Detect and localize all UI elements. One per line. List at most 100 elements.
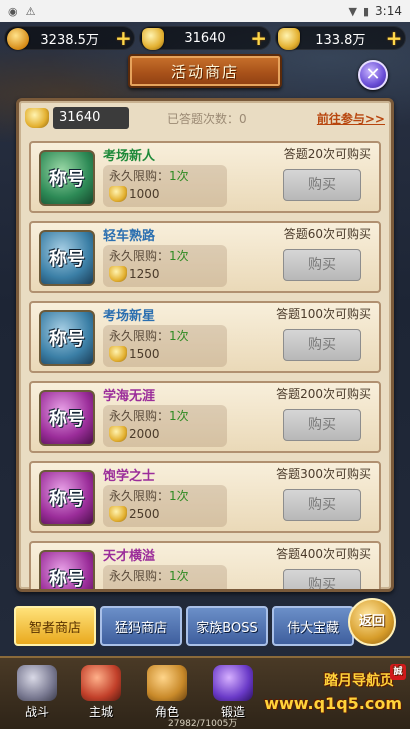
buy-button[interactable]: 购买 [283, 169, 361, 201]
list-item: 称号 考场新星 永久限购：1次 1500 答题100次可购买 购买 [29, 301, 381, 373]
item-info: 永久限购：1次 2500 [103, 485, 227, 527]
title-badge-icon: 称号 [39, 230, 95, 286]
item-info: 永久限购：1次 1000 [103, 165, 227, 207]
nav-forge[interactable]: 锻造 [206, 662, 260, 720]
item-price: 1000 [129, 187, 160, 201]
shop-tab-bar: 智者商店 猛犸商店 家族BOSS 伟大宝藏 [14, 606, 354, 646]
limit-value: 1次 [169, 329, 189, 343]
currency-value: 3238.5万 [40, 32, 99, 48]
title-badge-icon: 称号 [39, 550, 95, 589]
buy-button[interactable]: 购买 [283, 249, 361, 281]
tab-great-treasure[interactable]: 伟大宝藏 [272, 606, 354, 646]
purchase-condition: 答题60次可购买 [283, 227, 371, 241]
currency-bar: 3238.5万 + 31640 + 133.8万 + [0, 26, 410, 50]
buy-button[interactable]: 购买 [283, 329, 361, 361]
item-list: 称号 考场新人 永久限购：1次 1000 答题20次可购买 购买 称号 轻车熟路… [29, 141, 381, 589]
item-info: 永久限购：1次 1500 [103, 325, 227, 367]
castle-icon [81, 665, 121, 701]
ingot-icon [109, 186, 127, 202]
limit-label: 永久限购：1次 [109, 329, 189, 343]
item-price: 2000 [129, 427, 160, 441]
add-currency-button[interactable]: + [385, 28, 403, 48]
back-button[interactable]: 返回 [348, 598, 396, 646]
item-name: 考场新人 [103, 149, 156, 164]
answered-count: 已答题次数：0 [167, 111, 247, 126]
purchase-condition: 答题100次可购买 [276, 307, 371, 321]
currency-copper: 3238.5万 + [4, 26, 136, 50]
nav-city[interactable]: 主城 [74, 662, 128, 720]
tab-mammoth-shop[interactable]: 猛犸商店 [100, 606, 182, 646]
list-item: 称号 饱学之士 永久限购：1次 2500 答题300次可购买 购买 [29, 461, 381, 533]
limit-label: 永久限购：1次 [109, 489, 189, 503]
limit-label: 永久限购：1次 [109, 569, 189, 583]
item-name: 学海无涯 [103, 389, 156, 404]
purchase-condition: 答题200次可购买 [276, 387, 371, 401]
add-currency-button[interactable]: + [250, 28, 268, 48]
list-item: 称号 考场新人 永久限购：1次 1000 答题20次可购买 购买 [29, 141, 381, 213]
limit-label: 永久限购：1次 [109, 409, 189, 423]
list-item: 称号 轻车熟路 永久限购：1次 1250 答题60次可购买 购买 [29, 221, 381, 293]
item-price: 2500 [129, 507, 160, 521]
title-badge-icon: 称号 [39, 390, 95, 446]
item-info: 永久限购：1次 2000 [103, 405, 227, 447]
list-item: 称号 天才横溢 永久限购：1次 答题400次可购买 购买 [29, 541, 381, 589]
nav-fight[interactable]: 战斗 [10, 662, 64, 720]
watermark-url: www.q1q5.com [264, 694, 402, 713]
watermark-seal: 誠 [390, 664, 406, 680]
limit-label: 永久限购：1次 [109, 169, 189, 183]
panel-header: 31640 已答题次数：0 前往参与>> [19, 101, 391, 135]
purchase-condition: 答题300次可购买 [276, 467, 371, 481]
status-bar: ◉ ⚠ ▼ ▮ 3:14 [0, 0, 410, 22]
ingot-icon [109, 426, 127, 442]
shop-title-banner: 活动商店 [128, 54, 282, 88]
list-item: 称号 学海无涯 永久限购：1次 2000 答题200次可购买 购买 [29, 381, 381, 453]
limit-value: 1次 [169, 249, 189, 263]
balance-value: 31640 [53, 107, 129, 129]
limit-value: 1次 [169, 489, 189, 503]
page-title: 活动商店 [170, 62, 239, 81]
currency-ingot: 31640 + [139, 26, 271, 50]
buy-button[interactable]: 购买 [283, 409, 361, 441]
limit-label: 永久限购：1次 [109, 249, 189, 263]
nav-label: 主城 [88, 705, 113, 719]
title-badge-icon: 称号 [39, 470, 95, 526]
limit-value: 1次 [169, 409, 189, 423]
currency-value: 31640 [184, 30, 226, 46]
limit-value: 1次 [169, 169, 189, 183]
ingot-icon [109, 506, 127, 522]
item-info: 永久限购：1次 [103, 565, 227, 589]
helmet-icon [147, 665, 187, 701]
go-participate-link[interactable]: 前往参与>> [317, 110, 385, 127]
purchase-condition: 答题20次可购买 [283, 147, 371, 161]
purchase-condition: 答题400次可购买 [276, 547, 371, 561]
item-price: 1500 [129, 347, 160, 361]
tab-wise-shop[interactable]: 智者商店 [14, 606, 96, 646]
add-currency-button[interactable]: + [114, 28, 132, 48]
item-name: 天才横溢 [103, 549, 156, 564]
coin-icon [7, 28, 29, 50]
currency-value: 133.8万 [315, 32, 366, 48]
buy-button[interactable]: 购买 [283, 489, 361, 521]
close-button[interactable]: ✕ [358, 60, 388, 90]
gold-ingot-icon [277, 28, 300, 50]
title-badge-icon: 称号 [39, 150, 95, 206]
exp-text: 27982/71005万 [168, 719, 238, 729]
currency-gold: 133.8万 + [274, 26, 406, 50]
ingot-icon [109, 266, 127, 282]
watermark-title: 踏月导航页 [324, 673, 394, 689]
swords-icon [17, 665, 57, 701]
nav-role[interactable]: 角色 [140, 662, 194, 720]
title-badge-icon: 称号 [39, 310, 95, 366]
item-name: 轻车熟路 [103, 229, 156, 244]
nav-label: 战斗 [24, 705, 49, 719]
watermark: 踏月导航页 誠 www.q1q5.com [264, 664, 406, 724]
item-name: 饱学之士 [103, 469, 156, 484]
item-price: 1250 [129, 267, 160, 281]
shop-panel: 31640 已答题次数：0 前往参与>> 称号 考场新人 永久限购：1次 100… [16, 98, 394, 592]
wifi-icon: ▼ [348, 4, 357, 18]
battery-icon: ▮ [362, 4, 370, 18]
item-name: 考场新星 [103, 309, 156, 324]
ingot-icon [25, 108, 49, 128]
tab-family-boss[interactable]: 家族BOSS [186, 606, 268, 646]
buy-button[interactable]: 购买 [283, 569, 361, 589]
